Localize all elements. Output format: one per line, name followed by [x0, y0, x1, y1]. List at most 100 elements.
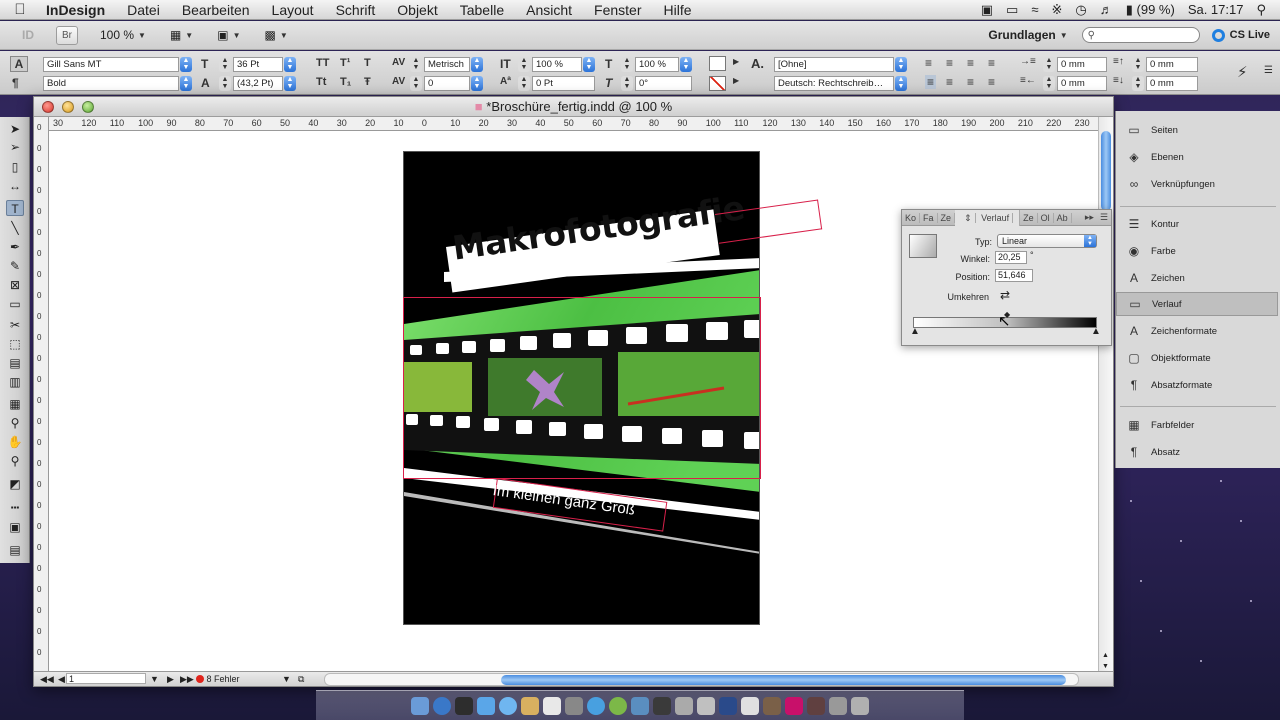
superscript-icon[interactable]: T¹: [340, 57, 350, 69]
collapse-panel-icon[interactable]: ▸▸: [1082, 212, 1097, 223]
scissors-tool-icon[interactable]: ✂: [6, 317, 24, 333]
space-before-stepper[interactable]: ▲ ▼: [1132, 57, 1144, 72]
preflight-menu-chevron-icon[interactable]: ▼: [282, 672, 291, 686]
pen-tool-icon[interactable]: ✒: [6, 239, 24, 255]
preview-dock-icon[interactable]: [565, 696, 583, 715]
vertical-scrollbar[interactable]: ▲ ▼: [1098, 117, 1113, 673]
tracking-stepper[interactable]: ▲ ▼: [410, 76, 422, 91]
page-menu-chevron-icon[interactable]: ▼: [150, 672, 159, 686]
tab-objektformate[interactable]: Ol: [1038, 212, 1054, 223]
angle-field[interactable]: 20,25: [995, 251, 1027, 264]
align-towards-spine-icon[interactable]: ≡: [946, 75, 953, 89]
language-field[interactable]: Deutsch: Rechtschreib…: [774, 76, 894, 91]
finder-dock-icon[interactable]: [411, 696, 429, 715]
bridge-button[interactable]: Br: [56, 25, 78, 45]
open-in-window-icon[interactable]: ⧉: [298, 672, 304, 686]
panel-menu-icon[interactable]: ☰: [1097, 212, 1111, 223]
vertical-scale-dropdown[interactable]: ▲ ▼: [583, 57, 595, 72]
clock[interactable]: Sa. 17:17: [1188, 2, 1244, 17]
menu-bearbeiten[interactable]: Bearbeiten: [171, 0, 261, 20]
minimize-window-button[interactable]: [62, 101, 74, 113]
position-field[interactable]: 51,646: [995, 269, 1033, 282]
language-dropdown[interactable]: ▲ ▼: [895, 76, 907, 91]
font-size-field[interactable]: 36 Pt: [233, 57, 283, 72]
kerning-field[interactable]: Metrisch: [424, 57, 470, 72]
align-away-spine-icon[interactable]: ≡: [967, 75, 974, 89]
stroke-swatch[interactable]: [709, 76, 726, 91]
eyedropper-tool-icon[interactable]: ⚲: [6, 415, 24, 431]
menu-hilfe[interactable]: Hilfe: [653, 0, 703, 20]
screen-mode-icon[interactable]: ▤: [6, 542, 24, 558]
close-window-button[interactable]: [42, 101, 54, 113]
panel-farbe[interactable]: ◉ Farbe: [1116, 239, 1278, 263]
rectangle-frame-tool-icon[interactable]: ⊠: [6, 277, 24, 293]
reverse-gradient-icon[interactable]: ⇄: [1000, 288, 1010, 302]
character-style-field[interactable]: [Ohne]: [774, 57, 894, 72]
horizontal-scroll-thumb[interactable]: [501, 675, 1066, 685]
paragraph-formatting-icon[interactable]: ¶: [12, 76, 19, 90]
kerning-stepper[interactable]: ▲ ▼: [410, 57, 422, 72]
justify-left-icon[interactable]: ≡: [988, 56, 995, 70]
skew-field[interactable]: 0°: [635, 76, 692, 91]
view-options-dropdown[interactable]: ▦ ▼: [170, 28, 193, 42]
menu-schrift[interactable]: Schrift: [325, 0, 387, 20]
gap-tool-icon[interactable]: ↔: [6, 178, 24, 194]
panel-seiten[interactable]: ▭ Seiten: [1116, 118, 1278, 142]
character-style-dropdown[interactable]: ▲ ▼: [895, 57, 907, 72]
address-book-dock-icon[interactable]: [521, 696, 539, 715]
vertical-ruler[interactable]: 0 0 0 0 0 0 0 0 0 0 0 0 0 0 0 0 0 0 0 0 0 0 0 0 0 0: [34, 117, 49, 673]
panel-absatz[interactable]: ¶ Absatz: [1116, 440, 1278, 464]
hand-tool-icon[interactable]: ✋: [6, 434, 24, 450]
space-after-field[interactable]: 0 mm: [1146, 76, 1198, 91]
gradient-swatch-tool-icon[interactable]: ▤: [6, 355, 24, 371]
fill-stroke-icon[interactable]: ◩: [6, 476, 24, 492]
gradient-type-select[interactable]: Linear ▲ ▼: [997, 234, 1097, 248]
tab-zeichenformate[interactable]: Ze: [1020, 212, 1038, 223]
kerning-dropdown[interactable]: ▲ ▼: [471, 57, 483, 72]
tracking-dropdown[interactable]: ▲ ▼: [471, 76, 483, 91]
menu-app[interactable]: InDesign: [40, 0, 116, 20]
font-size-stepper[interactable]: ▲ ▼: [219, 57, 231, 72]
panel-objektformate[interactable]: ▢ Objektformate: [1116, 346, 1278, 370]
font-size-dropdown[interactable]: ▲ ▼: [284, 57, 296, 72]
time-machine-icon[interactable]: ◷: [1075, 2, 1086, 18]
horizontal-ruler[interactable]: 30 120 110 100 90 80 70 60 50 40 30 20 10 0 10 20 30 40 50…: [49, 117, 1099, 131]
horizontal-scale-stepper[interactable]: ▲ ▼: [621, 57, 633, 72]
panel-menu-icon[interactable]: ☰: [1264, 65, 1273, 76]
tab-zeichen[interactable]: Ze: [938, 212, 956, 223]
panel-kontur[interactable]: ☰ Kontur: [1116, 212, 1278, 236]
small-caps-icon[interactable]: Tt: [316, 76, 326, 88]
horizontal-scale-field[interactable]: 100 %: [635, 57, 679, 72]
search-field[interactable]: ⚲: [1081, 27, 1200, 43]
bluetooth-icon[interactable]: ※: [1051, 2, 1062, 18]
zoom-window-button[interactable]: [82, 101, 94, 113]
itunes-dock-icon[interactable]: [587, 696, 605, 715]
ical-dock-icon[interactable]: [543, 696, 561, 715]
justify-right-icon[interactable]: ≡: [988, 75, 995, 89]
quick-apply-icon[interactable]: ⚡: [1237, 63, 1248, 81]
align-right-icon[interactable]: ≡: [967, 56, 974, 70]
downloads-dock-icon[interactable]: [829, 696, 847, 715]
vertical-scale-field[interactable]: 100 %: [532, 57, 582, 72]
left-indent-field[interactable]: 0 mm: [1057, 57, 1107, 72]
page-tool-icon[interactable]: ▯: [6, 159, 24, 175]
selection-tool-icon[interactable]: ➤: [6, 121, 24, 137]
iphoto-dock-icon[interactable]: [609, 696, 627, 715]
page-number-field[interactable]: 1: [66, 673, 146, 684]
align-center-icon[interactable]: ≡: [946, 56, 953, 70]
horizontal-scrollbar[interactable]: [324, 673, 1079, 686]
ichat-dock-icon[interactable]: [499, 696, 517, 715]
terminal-dock-icon[interactable]: [697, 696, 715, 715]
film-group-frame[interactable]: [403, 297, 761, 479]
first-page-icon[interactable]: ◀◀: [40, 672, 54, 686]
preflight-status[interactable]: 8 Fehler: [196, 672, 240, 686]
panel-absatzformate[interactable]: ¶ Absatzformate: [1116, 373, 1278, 397]
space-before-field[interactable]: 0 mm: [1146, 57, 1198, 72]
after-effects-dock-icon[interactable]: [719, 696, 737, 715]
spotlight-icon[interactable]: ⚲: [1256, 2, 1266, 18]
font-style-stepper[interactable]: ▲ ▼: [180, 76, 192, 91]
right-indent-field[interactable]: 0 mm: [1057, 76, 1107, 91]
gradient-stop-black[interactable]: ▲: [1091, 326, 1101, 337]
last-page-icon[interactable]: ▶▶: [180, 672, 194, 686]
garageband-dock-icon[interactable]: [653, 696, 671, 715]
